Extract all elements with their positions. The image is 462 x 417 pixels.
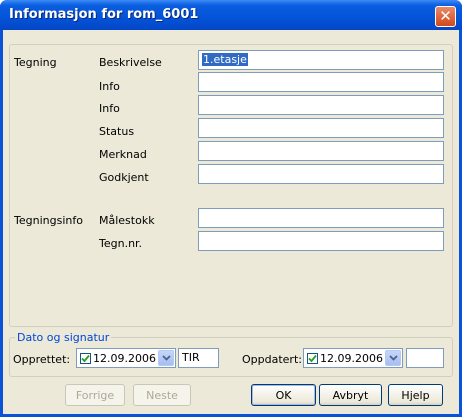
close-button[interactable]: ✕ — [435, 6, 456, 27]
beskrivelse-field[interactable]: 1.etasje — [198, 50, 444, 70]
opprettet-signature-field[interactable]: TIR — [178, 348, 219, 368]
neste-button[interactable]: Neste — [133, 384, 191, 406]
opprettet-dropdown[interactable] — [158, 350, 174, 366]
beskrivelse-value: 1.etasje — [202, 53, 248, 66]
oppdatert-label: Oppdatert: — [242, 353, 302, 366]
label-info-1: Info — [99, 80, 120, 93]
opprettet-date: 12.09.2006 — [93, 351, 156, 365]
tegn-nr-field[interactable] — [198, 231, 444, 251]
status-field[interactable] — [198, 118, 444, 138]
label-malestokk: Målestokk — [99, 214, 155, 227]
window-title: Informasjon for rom_6001 — [9, 7, 199, 22]
label-godkjent: Godkjent — [99, 171, 149, 184]
label-info-2: Info — [99, 102, 120, 115]
forrige-button[interactable]: Forrige — [65, 384, 125, 406]
info-field-2[interactable] — [198, 95, 444, 115]
opprettet-checkbox[interactable] — [80, 352, 91, 364]
oppdatert-checkbox[interactable] — [307, 352, 318, 364]
chevron-down-icon — [388, 355, 398, 361]
dialog-window: Informasjon for rom_6001 ✕ Tegning Beskr… — [0, 0, 462, 417]
checkmark-icon — [308, 354, 317, 362]
oppdatert-date-picker[interactable]: 12.09.2006 — [303, 348, 403, 368]
hjelp-button[interactable]: Hjelp — [388, 384, 443, 406]
label-status: Status — [99, 125, 135, 138]
malestokk-field[interactable] — [198, 208, 444, 228]
merknad-field[interactable] — [198, 141, 444, 161]
checkmark-icon — [81, 354, 90, 362]
label-tegn-nr: Tegn.nr. — [99, 237, 143, 250]
avbryt-button[interactable]: Avbryt — [319, 384, 382, 406]
close-icon: ✕ — [439, 7, 452, 25]
dialog-body: Tegning Beskrivelse 1.etasje Info Info S… — [3, 30, 459, 414]
label-beskrivelse: Beskrivelse — [99, 56, 162, 69]
oppdatert-signature-field[interactable] — [406, 348, 444, 368]
godkjent-field[interactable] — [198, 164, 444, 184]
ok-button[interactable]: OK — [251, 384, 316, 406]
section-label-tegning: Tegning — [14, 56, 57, 69]
opprettet-label: Opprettet: — [13, 353, 71, 366]
oppdatert-date: 12.09.2006 — [320, 351, 383, 365]
chevron-down-icon — [161, 355, 171, 361]
oppdatert-dropdown[interactable] — [385, 350, 401, 366]
opprettet-date-picker[interactable]: 12.09.2006 — [76, 348, 176, 368]
info-field-1[interactable] — [198, 72, 444, 92]
label-merknad: Merknad — [99, 148, 147, 161]
title-bar[interactable]: Informasjon for rom_6001 ✕ — [0, 0, 462, 30]
dato-legend: Dato og signatur — [15, 331, 112, 344]
section-label-tegningsinfo: Tegningsinfo — [14, 214, 83, 227]
